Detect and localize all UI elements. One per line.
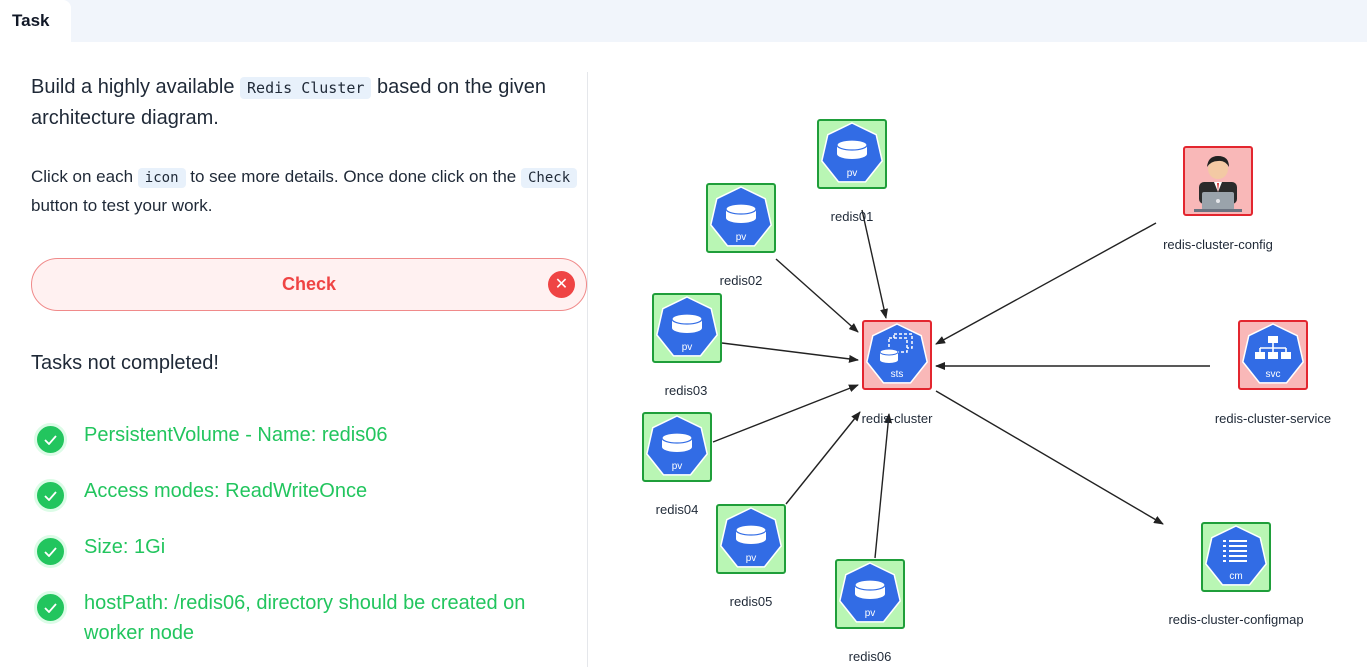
task-item: Access modes: ReadWriteOnce xyxy=(34,476,582,512)
node-badge: pv xyxy=(847,168,858,179)
edge-arrow xyxy=(712,384,859,443)
edge-arrow xyxy=(874,413,893,559)
node-label: redis04 xyxy=(655,502,699,517)
node-redis03[interactable]: pv xyxy=(652,293,722,363)
task-text: PersistentVolume - Name: redis06 xyxy=(84,424,388,446)
check-button[interactable]: Check xyxy=(31,258,587,311)
node-redis06[interactable]: pv xyxy=(835,559,905,629)
node-badge: pv xyxy=(746,553,757,564)
node-label: redis03 xyxy=(664,383,708,398)
node-label: redis-cluster xyxy=(861,411,933,426)
task-text: Access modes: ReadWriteOnce xyxy=(84,480,368,502)
instructions-paragraph-1: Build a highly available Redis Cluster b… xyxy=(31,72,581,133)
edge-arrow xyxy=(935,390,1164,525)
node-redis02[interactable]: pv xyxy=(706,183,776,253)
node-redis01[interactable]: pv xyxy=(817,119,887,189)
checkmark-icon xyxy=(34,479,67,512)
edge-arrow xyxy=(775,258,859,333)
node-badge: pv xyxy=(682,342,693,353)
tab-bar: Task xyxy=(0,0,1367,42)
edge-arrow xyxy=(785,411,861,505)
node-redis-cluster-config[interactable] xyxy=(1183,146,1253,216)
node-redis-cluster[interactable]: sts xyxy=(862,320,932,390)
task-text: hostPath: /redis06, directory should be … xyxy=(84,592,526,644)
node-badge: sts xyxy=(891,369,904,380)
close-icon[interactable]: ✕ xyxy=(548,271,575,298)
checkmark-icon xyxy=(34,591,67,624)
instructions-text: Build a highly available xyxy=(31,76,235,98)
instructions-text: to see more details. Once done click on … xyxy=(190,167,517,186)
edge-arrow xyxy=(861,209,888,319)
node-redis-cluster-service[interactable]: svc xyxy=(1238,320,1308,390)
edge-arrow xyxy=(721,342,859,363)
task-list: PersistentVolume - Name: redis06 Access … xyxy=(34,420,582,667)
node-redis05[interactable]: pv xyxy=(716,504,786,574)
instructions-text: button to test your work. xyxy=(31,196,213,215)
node-label: redis-cluster-service xyxy=(1214,411,1332,426)
node-label: redis-cluster-configmap xyxy=(1168,612,1304,627)
task-text: Size: 1Gi xyxy=(84,536,166,558)
node-badge: pv xyxy=(736,232,747,243)
instructions-text: Click on each xyxy=(31,167,134,186)
status-message: Tasks not completed! xyxy=(31,352,219,374)
node-label: redis06 xyxy=(848,649,892,664)
node-badge: cm xyxy=(1229,571,1242,582)
node-redis-cluster-configmap[interactable]: cm xyxy=(1201,522,1271,592)
task-item: PersistentVolume - Name: redis06 xyxy=(34,420,582,456)
node-badge: pv xyxy=(865,608,876,619)
node-label: redis-cluster-config xyxy=(1163,237,1273,252)
instructions-paragraph-2: Click on each icon to see more details. … xyxy=(31,163,581,220)
tab-task[interactable]: Task xyxy=(0,0,71,42)
architecture-diagram: pv redis01 pv redis02 pv redis03 pv redis04 pv re… xyxy=(588,42,1367,667)
node-label: redis01 xyxy=(830,209,874,224)
node-badge: pv xyxy=(672,461,683,472)
inline-code: Redis Cluster xyxy=(240,77,372,99)
checkmark-icon xyxy=(34,423,67,456)
edge-arrow xyxy=(935,222,1157,345)
task-item: Size: 1Gi xyxy=(34,532,582,568)
node-label: redis05 xyxy=(729,594,773,609)
node-redis04[interactable]: pv xyxy=(642,412,712,482)
checkmark-icon xyxy=(34,535,67,568)
node-label: redis02 xyxy=(719,273,763,288)
node-badge: svc xyxy=(1266,369,1281,380)
inline-code: Check xyxy=(521,168,578,188)
task-item: hostPath: /redis06, directory should be … xyxy=(34,588,582,648)
inline-code: icon xyxy=(137,168,186,188)
